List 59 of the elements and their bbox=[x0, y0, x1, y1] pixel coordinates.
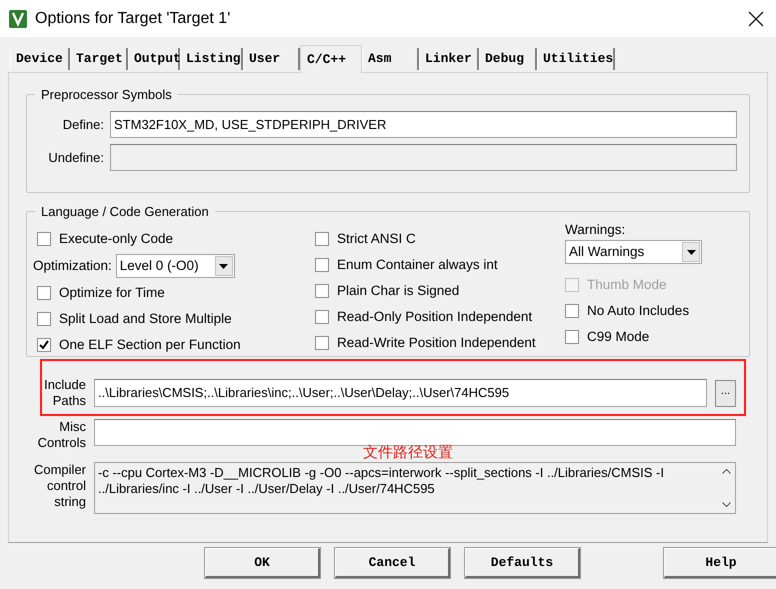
checkbox[interactable] bbox=[37, 338, 51, 352]
window-title: Options for Target 'Target 1' bbox=[35, 8, 232, 28]
tab[interactable]: Asm bbox=[362, 48, 419, 70]
tab[interactable]: Device bbox=[10, 48, 70, 70]
checkbox[interactable] bbox=[565, 330, 579, 344]
checkbox[interactable] bbox=[37, 286, 51, 300]
checkbox-label: Enum Container always int bbox=[337, 256, 498, 274]
field-label: Compiler control string bbox=[32, 462, 86, 510]
dialog-button[interactable]: Cancel bbox=[335, 548, 450, 578]
checkbox[interactable] bbox=[315, 232, 329, 246]
tab[interactable]: User bbox=[243, 48, 300, 70]
scroll-up-icon[interactable] bbox=[722, 469, 731, 474]
close-icon[interactable] bbox=[748, 10, 764, 26]
checkbox-label: Split Load and Store Multiple bbox=[59, 310, 232, 328]
checkbox-label: Plain Char is Signed bbox=[337, 282, 460, 300]
dropdown-arrow-icon bbox=[686, 250, 696, 254]
dropdown[interactable]: All Warnings bbox=[565, 240, 702, 264]
checkbox[interactable] bbox=[565, 304, 579, 318]
dialog-button[interactable]: Help bbox=[664, 548, 776, 578]
checkbox-label: Execute-only Code bbox=[59, 230, 174, 248]
app-logo-icon bbox=[8, 8, 28, 28]
compiler-string-text: -c --cpu Cortex-M3 -D__MICROLIB -g -O0 --apcs=interwork --split_sections -I ../Libraries/CMSIS -I ../Libraries/inc -I ../User -I ../User/Delay -I ../User/74HC595 bbox=[97, 464, 665, 498]
dropdown[interactable]: Level 0 (-O0) bbox=[116, 254, 235, 278]
field-label: Undefine: bbox=[47, 148, 104, 167]
tab[interactable]: Linker bbox=[419, 48, 479, 70]
tab[interactable]: Output bbox=[128, 48, 180, 70]
checkbox[interactable] bbox=[315, 310, 329, 324]
checkbox[interactable] bbox=[37, 312, 51, 326]
checkbox-label: Strict ANSI C bbox=[337, 230, 416, 248]
checkbox[interactable] bbox=[315, 284, 329, 298]
tab[interactable]: C/C++ bbox=[300, 45, 362, 73]
checkbox-label: Thumb Mode bbox=[587, 276, 667, 294]
field-label: Include Paths bbox=[43, 377, 86, 409]
checkbox-label: Read-Only Position Independent bbox=[337, 308, 532, 326]
tab[interactable]: Utilities bbox=[537, 48, 615, 70]
tab[interactable]: Listing bbox=[180, 48, 243, 70]
dialog-button[interactable]: Defaults bbox=[465, 548, 580, 578]
checkbox-label: No Auto Includes bbox=[587, 302, 690, 320]
tab[interactable]: Debug bbox=[479, 48, 537, 70]
dialog-button[interactable]: OK bbox=[205, 548, 320, 578]
dropdown-label: Warnings: bbox=[565, 221, 626, 239]
checkbox[interactable] bbox=[315, 336, 329, 350]
checkbox[interactable] bbox=[315, 258, 329, 272]
include-paths-field[interactable]: ..\Libraries\CMSIS;..\Libraries\inc;..\User;..\User\Delay;..\User\74HC595 bbox=[94, 379, 707, 407]
checkbox-label: C99 Mode bbox=[587, 328, 650, 346]
dropdown-arrow-icon bbox=[219, 264, 228, 268]
misc-controls-field[interactable] bbox=[94, 419, 736, 446]
annotation-label: 文件路径设置 bbox=[363, 443, 454, 462]
scroll-down-icon[interactable] bbox=[722, 502, 731, 507]
tab[interactable]: Target bbox=[70, 48, 128, 70]
checkbox-label: One ELF Section per Function bbox=[59, 336, 241, 354]
checkbox[interactable] bbox=[37, 232, 51, 246]
checkbox-label: Optimize for Time bbox=[59, 284, 165, 302]
dropdown-label: Optimization: bbox=[33, 256, 112, 275]
field-label: Define: bbox=[62, 116, 104, 134]
define-field[interactable]: STM32F10X_MD, USE_STDPERIPH_DRIVER bbox=[110, 111, 737, 138]
field-label: Misc Controls bbox=[36, 419, 86, 451]
checkbox-label: Read-Write Position Independent bbox=[337, 334, 536, 352]
browse-button[interactable]: ... bbox=[715, 380, 736, 406]
